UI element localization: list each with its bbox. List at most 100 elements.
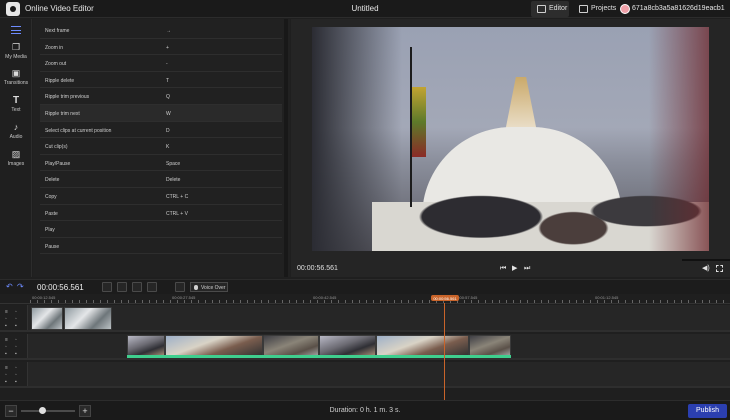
tab-editor[interactable]: Editor [531,1,569,17]
track-lock-icon[interactable]: ◦ [15,337,17,343]
track-delete-icon[interactable]: ▪ [15,351,17,357]
video-clip[interactable] [469,335,511,356]
shortcut-action: Copy [45,193,57,200]
track-settings-icon[interactable]: ◦ [15,344,17,350]
track-lock-icon[interactable]: ◦ [15,365,17,371]
redo-icon[interactable]: ↷ [17,282,24,291]
shortcut-key: Space [166,160,181,167]
tab-projects[interactable]: Projects [573,1,616,17]
zoom-out-button[interactable]: − [5,405,17,417]
user-menu[interactable]: 671a8cb3a5a81626d19eacb1 [617,1,730,17]
video-clip[interactable] [376,335,469,356]
copy-icon[interactable] [132,282,142,292]
duration-label: Duration: 0 h. 1 m. 3 s. [329,407,401,414]
table-row: Select clips at current position D [40,122,282,139]
undo-icon[interactable]: ↶ [6,282,13,291]
clip-audio-bar [127,355,511,358]
video-clip[interactable] [165,335,263,356]
track-mute-icon[interactable]: ◦ [5,316,7,322]
playhead[interactable] [444,303,445,400]
shortcut-key: → [166,28,171,34]
voice-over-button[interactable]: Voice Over [190,282,228,292]
table-row: Cut clip(s) K [40,138,282,155]
app-logo [6,2,20,16]
sidebar: ❐ My Media ▣ Transitions T Text ♪ Audio … [0,19,32,277]
table-row: Pause [40,238,282,255]
volume-icon[interactable]: ◀) [702,264,710,272]
sidebar-item-label: Images [7,161,25,167]
timeline-toolbar: ↶ ↷ 00:00:56.561 Voice Over [0,279,730,294]
video-preview[interactable] [312,27,709,251]
shortcut-key: - [166,61,168,68]
next-frame-icon[interactable]: ⏭ [524,265,530,273]
sidebar-item-text[interactable]: T Text [0,94,32,118]
zoom-slider-handle[interactable] [39,407,47,414]
tab-editor-label: Editor [549,5,568,12]
video-clip[interactable] [263,335,319,356]
hamburger-menu-icon[interactable] [11,26,21,34]
zoom-slider[interactable] [21,410,75,412]
track-delete-icon[interactable]: ▪ [15,379,17,385]
shortcut-action: Zoom in [45,44,64,51]
sidebar-item-my-media[interactable]: ❐ My Media [0,41,32,65]
track-mute-icon[interactable]: ◦ [5,372,7,378]
track-delete-icon[interactable]: ▪ [5,323,7,329]
previous-frame-icon[interactable]: ⏮ [500,265,506,273]
table-row: Paste CTRL + V [40,205,282,222]
playhead-label[interactable]: 00:00:56.561 [431,295,459,301]
zoom-in-button[interactable]: + [79,405,91,417]
app-title: Online Video Editor [25,4,94,13]
track-visibility-icon[interactable]: ≡ [5,365,8,371]
timeline-track: ≡ ◦ ◦ ◦ ▪ ▪ [0,362,730,388]
track-mute-icon[interactable]: ◦ [5,344,7,350]
preview-scrollbar[interactable] [682,259,730,261]
sidebar-item-audio[interactable]: ♪ Audio [0,121,32,145]
track-delete-icon[interactable]: ▪ [5,351,7,357]
projects-icon [579,5,588,13]
shortcut-key: W [166,110,171,117]
shortcut-action: Delete [45,177,60,184]
track-controls: ≡ ◦ ◦ ◦ ▪ ▪ [0,305,28,330]
track-controls: ≡ ◦ ◦ ◦ ▪ ▪ [0,362,28,386]
paste-icon[interactable] [147,282,157,292]
user-name: 671a8cb3a5a81626d19eacb1 [632,5,725,12]
timeline-track: ≡ ◦ ◦ ◦ ▪ ▪ [0,305,730,332]
track-delete-icon[interactable]: ▪ [15,323,17,329]
shortcut-action: Pause [45,243,60,250]
video-clip[interactable] [127,335,165,356]
table-row: Ripple trim next W [40,104,282,122]
fullscreen-icon[interactable] [716,265,723,272]
sidebar-item-images[interactable]: ▨ Images [0,148,32,172]
track-settings-icon[interactable]: ◦ [15,372,17,378]
shortcut-action: Next frame [45,28,70,34]
record-icon[interactable] [175,282,185,292]
track-delete-icon[interactable]: ▪ [5,379,7,385]
publish-button[interactable]: Publish [688,404,727,418]
sidebar-item-transitions[interactable]: ▣ Transitions [0,67,32,91]
preview-timecode: 00:00:56.561 [297,265,338,272]
playback-controls: ⏮ ▶ ⏭ [500,264,532,274]
sidebar-item-label: Transitions [3,80,29,86]
play-icon[interactable]: ▶ [512,265,517,273]
table-row: Ripple delete T [40,72,282,89]
video-clip[interactable] [319,335,376,356]
shortcut-table: Next frame → Zoom in + Zoom out - Ripple de… [40,22,282,255]
shortcut-action: Paste [45,210,58,217]
ruler-ticks [30,300,730,303]
shortcut-action: Select clips at current position [45,127,112,134]
track-settings-icon[interactable]: ◦ [15,316,17,322]
cut-icon[interactable] [117,282,127,292]
select-tool-icon[interactable] [102,282,112,292]
shortcut-action: Ripple delete [45,77,75,84]
image-clip[interactable] [31,307,63,330]
image-clip[interactable] [64,307,112,330]
track-lock-icon[interactable]: ◦ [15,309,17,315]
track-visibility-icon[interactable]: ≡ [5,337,8,343]
track-visibility-icon[interactable]: ≡ [5,309,8,315]
editor-icon [537,5,546,13]
shortcut-key: D [166,127,170,134]
panel-scrollbar[interactable] [284,19,288,277]
shortcut-action: Zoom out [45,61,67,68]
timeline-ruler[interactable]: 00:00:12.545 00:00:27.545 00:00:42.545 0… [0,294,730,304]
top-bar: Online Video Editor Untitled Editor Proj… [0,0,730,18]
